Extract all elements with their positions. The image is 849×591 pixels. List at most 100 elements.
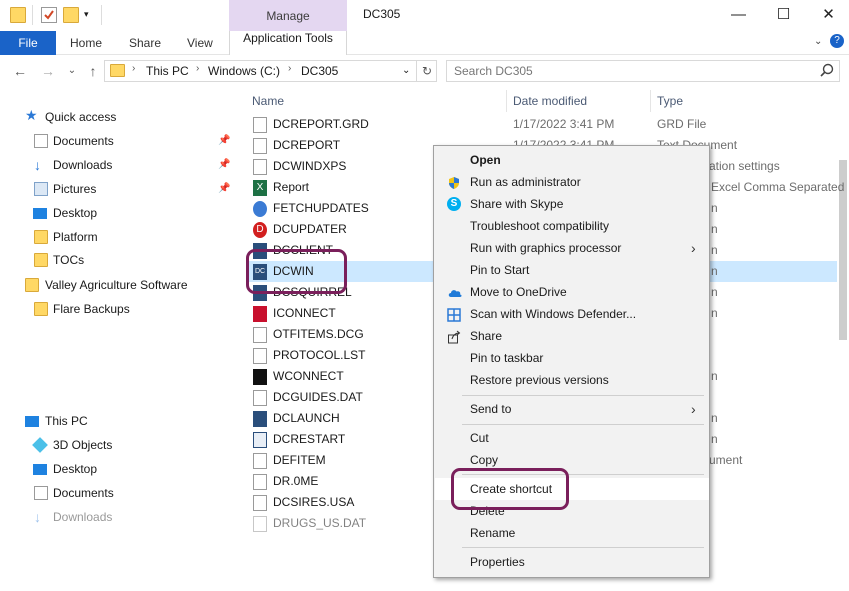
iconnect-app-icon	[253, 306, 267, 322]
new-folder-icon[interactable]	[63, 7, 79, 23]
recent-locations-icon[interactable]: ⌄	[62, 61, 82, 81]
manage-tab[interactable]: Manage	[229, 0, 347, 31]
share-icon	[447, 329, 461, 344]
customize-qat-icon[interactable]: ▾	[84, 9, 89, 20]
file-type: n	[711, 201, 718, 215]
file-name: DCSIRES.USA	[273, 495, 355, 509]
menu-item-label: Cut	[470, 431, 489, 445]
close-button[interactable]: ✕	[806, 0, 849, 31]
sidebar-item-documents-pc[interactable]: Documents	[0, 482, 240, 504]
folder-icon[interactable]	[10, 7, 26, 23]
separator	[32, 5, 33, 25]
up-button[interactable]: ↑	[83, 61, 103, 81]
sidebar-item-pictures[interactable]: Pictures 📌	[0, 178, 240, 200]
file-type: n	[711, 306, 718, 320]
bottom-fade	[0, 538, 849, 591]
tab-home[interactable]: Home	[70, 31, 102, 55]
menu-item-run-with-graphics-processor[interactable]: Run with graphics processor ›	[435, 237, 709, 259]
menu-item-pin-to-start[interactable]: Pin to Start	[435, 259, 709, 281]
dcrestart-app-icon	[253, 432, 267, 448]
breadcrumb-windows-c[interactable]: Windows (C:)	[208, 64, 280, 78]
menu-item-share-with-skype[interactable]: S Share with Skype	[435, 193, 709, 215]
sidebar-item-platform[interactable]: Platform	[0, 226, 240, 248]
breadcrumb-separator: ›	[196, 63, 200, 74]
pin-icon: 📌	[218, 183, 231, 194]
column-header-name[interactable]: Name	[252, 94, 284, 108]
file-row[interactable]: DCREPORT.GRD 1/17/2022 3:41 PM GRD File	[247, 114, 837, 135]
breadcrumb-separator: ›	[132, 63, 136, 74]
sidebar-item-label: Quick access	[45, 110, 117, 124]
sidebar-item-3d-objects[interactable]: 3D Objects	[0, 434, 240, 456]
tab-share[interactable]: Share	[129, 31, 161, 55]
search-icon[interactable]	[820, 63, 834, 80]
menu-item-send-to[interactable]: Send to ›	[435, 398, 709, 420]
minimize-button[interactable]: —	[716, 0, 761, 31]
menu-item-move-to-onedrive[interactable]: Move to OneDrive	[435, 281, 709, 303]
window-title: DC305	[363, 7, 401, 21]
menu-item-properties[interactable]: Properties	[435, 551, 709, 573]
help-icon[interactable]: ?	[830, 34, 844, 48]
menu-item-label: Troubleshoot compatibility	[470, 219, 609, 233]
context-menu: Open Run as administrator S Share with S…	[433, 145, 710, 578]
file-name: FETCHUPDATES	[273, 201, 369, 215]
separator	[101, 5, 102, 25]
menu-item-share[interactable]: Share	[435, 325, 709, 347]
download-arrow-icon: ↓	[34, 157, 41, 173]
maximize-button[interactable]: ☐	[761, 0, 806, 31]
file-name: WCONNECT	[273, 369, 344, 383]
sidebar-item-this-pc[interactable]: This PC	[0, 410, 240, 432]
folder-icon	[110, 64, 125, 77]
breadcrumb-dc305[interactable]: DC305	[301, 64, 338, 78]
file-type: n	[711, 411, 718, 425]
sidebar-item-valley-agriculture-software[interactable]: Valley Agriculture Software	[0, 274, 240, 296]
menu-item-cut[interactable]: Cut	[435, 427, 709, 449]
menu-item-label: Rename	[470, 526, 516, 540]
sidebar-item-flare-backups[interactable]: Flare Backups	[0, 298, 240, 320]
ribbon-expand-icon[interactable]: ⌄	[814, 36, 822, 47]
onedrive-cloud-icon	[447, 285, 462, 299]
forward-button[interactable]: →	[38, 61, 58, 81]
menu-item-open[interactable]: Open	[435, 149, 709, 171]
sidebar-item-label: Documents	[53, 486, 114, 500]
sidebar-item-tocs[interactable]: TOCs	[0, 249, 240, 271]
column-divider[interactable]	[650, 90, 651, 112]
tab-view[interactable]: View	[187, 31, 213, 55]
breadcrumb-this-pc[interactable]: This PC	[146, 64, 189, 78]
properties-icon[interactable]	[41, 7, 57, 23]
sidebar-item-desktop[interactable]: Desktop	[0, 202, 240, 224]
menu-item-scan-with-windows-defender[interactable]: Scan with Windows Defender...	[435, 303, 709, 325]
column-header-date-modified[interactable]: Date modified	[513, 94, 587, 108]
folder-icon	[34, 253, 48, 267]
file-name: DCLAUNCH	[273, 411, 340, 425]
dcupdater-app-icon: D	[253, 222, 267, 238]
refresh-icon[interactable]: ↻	[416, 60, 437, 82]
menu-item-run-as-administrator[interactable]: Run as administrator	[435, 171, 709, 193]
column-divider[interactable]	[506, 90, 507, 112]
sidebar-item-downloads[interactable]: ↓ Downloads 📌	[0, 154, 240, 176]
menu-item-rename[interactable]: Rename	[435, 522, 709, 544]
menu-item-pin-to-taskbar[interactable]: Pin to taskbar	[435, 347, 709, 369]
column-header-type[interactable]: Type	[657, 94, 683, 108]
sidebar-item-label: Flare Backups	[53, 302, 130, 316]
address-dropdown-icon[interactable]: ⌄	[402, 65, 410, 76]
sidebar-item-downloads-pc[interactable]: ↓ Downloads	[0, 506, 240, 528]
tab-application-tools[interactable]: Application Tools	[229, 31, 347, 55]
menu-item-label: Share	[470, 329, 503, 343]
menu-item-label: Run as administrator	[470, 175, 581, 189]
sidebar-item-label: Platform	[53, 230, 98, 244]
menu-separator	[462, 547, 704, 548]
file-name: DCREPORT.GRD	[273, 117, 369, 131]
sidebar-item-documents[interactable]: Documents 📌	[0, 130, 240, 152]
menu-item-troubleshoot-compatibility[interactable]: Troubleshoot compatibility	[435, 215, 709, 237]
sidebar-item-quick-access[interactable]: ★ Quick access	[0, 106, 240, 128]
sidebar-item-label: Valley Agriculture Software	[45, 278, 188, 292]
dclaunch-app-icon	[253, 411, 267, 427]
menu-item-restore-previous-versions[interactable]: Restore previous versions	[435, 369, 709, 391]
3d-objects-icon	[32, 437, 48, 453]
fetchupdates-app-icon	[253, 201, 267, 217]
tab-file[interactable]: File	[0, 31, 56, 55]
file-icon	[253, 327, 267, 343]
menu-separator	[462, 424, 704, 425]
sidebar-item-desktop-pc[interactable]: Desktop	[0, 458, 240, 480]
back-button[interactable]: ←	[10, 61, 30, 81]
